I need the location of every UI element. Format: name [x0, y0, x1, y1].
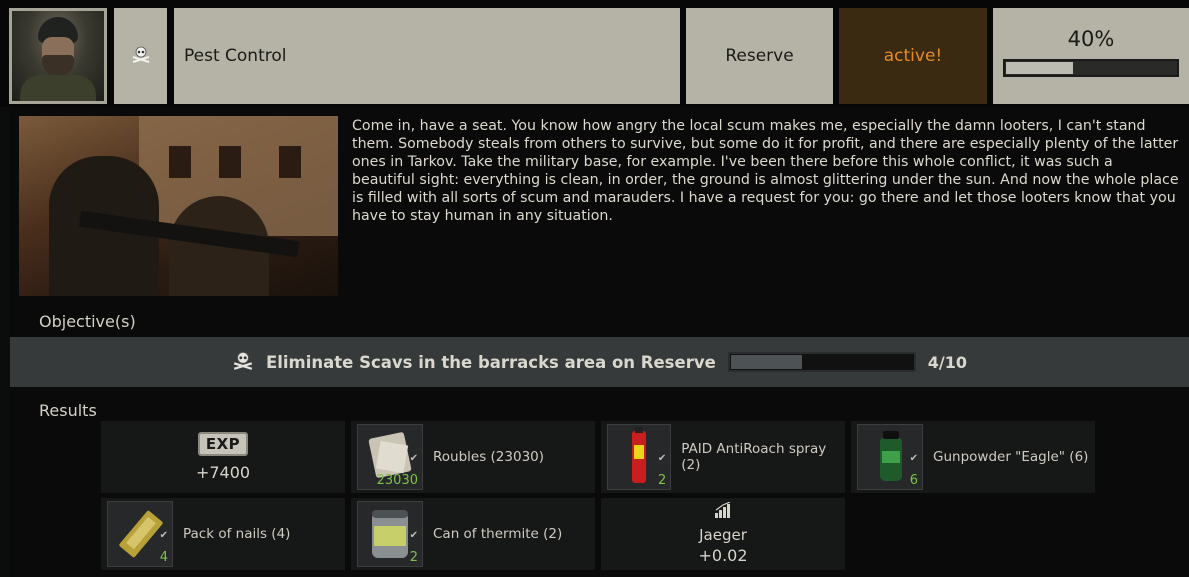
quest-name: Pest Control [174, 8, 680, 104]
objectives-heading: Objective(s) [39, 312, 136, 331]
progress-bar-fill [1006, 62, 1073, 74]
check-icon: ✔ [409, 530, 418, 541]
reputation-value: +0.02 [698, 546, 748, 565]
trader-avatar [12, 11, 104, 101]
reward-item[interactable]: ✔ 6 Gunpowder "Eagle" (6) [851, 421, 1095, 493]
item-name: Can of thermite (2) [433, 526, 563, 542]
check-icon: ✔ [657, 453, 667, 464]
objective-progress-fill [730, 355, 803, 369]
trader-portrait[interactable] [9, 8, 107, 104]
gunpowder-icon[interactable]: ✔ 6 [857, 424, 923, 490]
quest-type-cell [114, 8, 167, 104]
item-name: Pack of nails (4) [183, 526, 291, 542]
check-icon: ✔ [159, 530, 168, 541]
reputation-trader: Jaeger [699, 526, 747, 544]
reward-item[interactable]: ✔ 23030 Roubles (23030) [351, 421, 595, 493]
quest-description: Come in, have a seat. You know how angry… [352, 118, 1179, 224]
quest-progress: 40% [993, 8, 1189, 104]
nails-icon[interactable]: ✔ 4 [107, 501, 173, 567]
objective-progress-bar [727, 352, 916, 372]
thermite-icon[interactable]: ✔ 2 [357, 501, 423, 567]
reward-experience-value: +7400 [195, 463, 251, 482]
objective-count: 4/10 [927, 352, 968, 372]
quest-image [19, 116, 338, 296]
spray-icon[interactable]: ✔ 2 [607, 424, 672, 490]
reward-item[interactable]: ✔ 4 Pack of nails (4) [101, 498, 345, 570]
roubles-icon[interactable]: ✔ 23030 [357, 424, 423, 490]
item-name: Roubles (23030) [433, 449, 545, 465]
objective-text: Eliminate Scavs in the barracks area on … [265, 352, 716, 372]
skull-icon [232, 350, 254, 374]
exp-badge-icon: EXP [197, 432, 249, 456]
check-icon: ✔ [909, 453, 918, 464]
skull-icon [131, 45, 151, 67]
results-heading: Results [39, 401, 97, 420]
quest-status: active! [839, 8, 987, 104]
progress-percent: 40% [1067, 27, 1115, 51]
reward-reputation: Jaeger +0.02 [601, 498, 845, 570]
check-icon: ✔ [409, 453, 418, 464]
item-quantity: 2 [409, 550, 418, 565]
reputation-icon [601, 501, 845, 522]
quest-location: Reserve [686, 8, 833, 104]
reward-experience: EXP +7400 [101, 421, 345, 493]
reward-item[interactable]: ✔ 2 Can of thermite (2) [351, 498, 595, 570]
item-name: PAID AntiRoach spray (2) [681, 441, 827, 473]
objective-row: Eliminate Scavs in the barracks area on … [10, 337, 1189, 387]
item-name: Gunpowder "Eagle" (6) [933, 449, 1089, 465]
item-quantity: 23030 [376, 473, 418, 488]
item-quantity: 6 [909, 473, 918, 488]
reward-item[interactable]: ✔ 2 PAID AntiRoach spray (2) [601, 421, 845, 493]
item-quantity: 2 [657, 473, 667, 488]
item-quantity: 4 [159, 550, 168, 565]
progress-bar [1003, 59, 1179, 77]
